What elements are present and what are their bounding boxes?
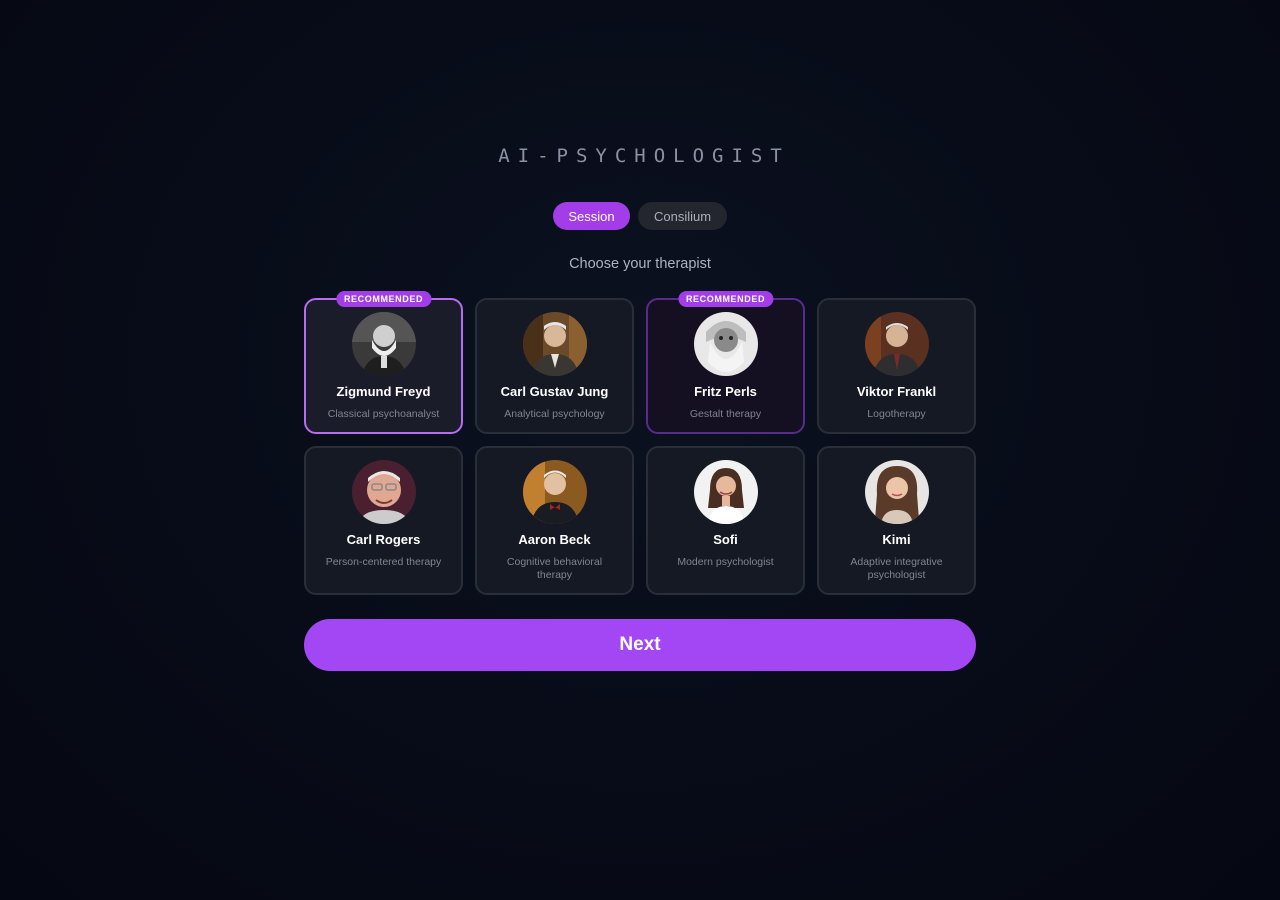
- therapist-specialty: Classical psychoanalyst: [327, 408, 440, 420]
- therapist-name: Viktor Frankl: [856, 384, 937, 399]
- therapist-name: Carl Gustav Jung: [500, 384, 609, 399]
- therapist-avatar: [693, 460, 758, 524]
- therapist-card-frankl[interactable]: Viktor Frankl Logotherapy: [817, 298, 976, 434]
- recommended-badge: RECOMMENDED: [335, 291, 432, 307]
- therapist-name: Zigmund Freyd: [336, 384, 431, 399]
- mode-consilium-button[interactable]: Consilium: [638, 202, 727, 230]
- therapist-specialty: Analytical psychology: [504, 408, 605, 420]
- next-button[interactable]: Next: [304, 619, 976, 671]
- therapist-card-kimi[interactable]: Kimi Adaptive integrative psychologist: [817, 446, 976, 595]
- therapist-specialty: Cognitive behavioral therapy: [506, 556, 603, 581]
- therapist-card-sofi[interactable]: Sofi Modern psychologist: [646, 446, 805, 595]
- therapist-specialty: Adaptive integrative psychologist: [850, 556, 943, 581]
- therapist-name: Carl Rogers: [346, 532, 421, 547]
- therapist-avatar: [693, 312, 758, 376]
- therapist-avatar: [522, 312, 587, 376]
- therapist-specialty: Person-centered therapy: [325, 556, 442, 568]
- therapist-avatar: [864, 460, 929, 524]
- therapist-name: Sofi: [713, 532, 738, 547]
- therapist-name: Aaron Beck: [518, 532, 591, 547]
- therapist-specialty: Modern psychologist: [677, 556, 774, 568]
- therapist-card-beck[interactable]: Aaron Beck Cognitive behavioral therapy: [475, 446, 634, 595]
- page: AI-PSYCHOLOGIST Session Consilium Choose…: [0, 0, 1280, 900]
- therapist-grid: RECOMMENDED Zigmund Freyd Classical psyc…: [304, 291, 976, 595]
- therapist-specialty: Logotherapy: [867, 408, 926, 420]
- therapist-avatar: [351, 460, 416, 524]
- recommended-badge: RECOMMENDED: [677, 291, 774, 307]
- therapist-avatar: [351, 312, 416, 376]
- therapist-name: Fritz Perls: [694, 384, 757, 399]
- therapist-card-freyd[interactable]: RECOMMENDED Zigmund Freyd Classical psyc…: [304, 291, 463, 434]
- mode-toggle: Session Consilium: [553, 202, 727, 230]
- app-logo: AI-PSYCHOLOGIST: [498, 145, 790, 167]
- choose-therapist-prompt: Choose your therapist: [569, 256, 711, 272]
- therapist-name: Kimi: [882, 532, 911, 547]
- therapist-card-rogers[interactable]: Carl Rogers Person-centered therapy: [304, 446, 463, 595]
- therapist-avatar: [522, 460, 587, 524]
- therapist-avatar: [864, 312, 929, 376]
- therapist-specialty: Gestalt therapy: [689, 408, 762, 420]
- mode-session-button[interactable]: Session: [553, 202, 630, 230]
- therapist-card-jung[interactable]: Carl Gustav Jung Analytical psychology: [475, 298, 634, 434]
- therapist-card-perls[interactable]: RECOMMENDED Fritz Perls Gestalt therapy: [646, 291, 805, 434]
